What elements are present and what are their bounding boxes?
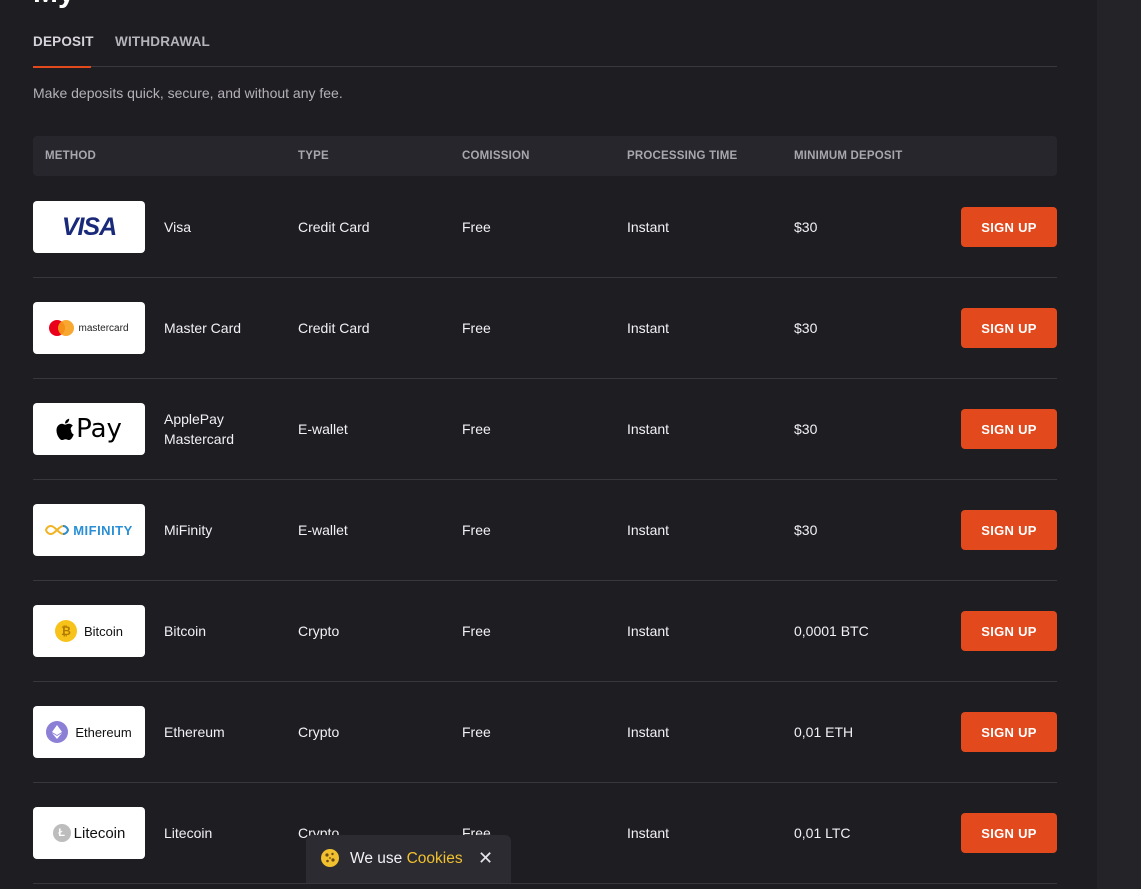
tab-deposit[interactable]: DEPOSIT bbox=[33, 34, 94, 68]
table-row: Ethereum Ethereum Crypto Free Instant 0,… bbox=[33, 682, 1057, 783]
visa-logo: VISA bbox=[33, 201, 145, 253]
apple-icon bbox=[56, 418, 74, 440]
sign-up-button[interactable]: SIGN UP bbox=[961, 409, 1057, 449]
method-processing-time: Instant bbox=[627, 522, 670, 538]
method-type: Credit Card bbox=[298, 320, 370, 336]
method-name: Ethereum bbox=[164, 724, 225, 740]
method-name: Master Card bbox=[164, 320, 242, 336]
column-header-commission: COMISSION bbox=[462, 150, 530, 162]
method-minimum-deposit: $30 bbox=[794, 421, 818, 437]
method-processing-time: Instant bbox=[627, 724, 670, 740]
cookie-message: We use Cookies bbox=[350, 850, 463, 868]
method-processing-time: Instant bbox=[627, 421, 670, 437]
method-name: Visa bbox=[164, 219, 191, 235]
method-minimum-deposit: 0,01 ETH bbox=[794, 724, 854, 740]
method-name: Bitcoin bbox=[164, 623, 207, 639]
litecoin-logo: Ł Litecoin bbox=[33, 807, 145, 859]
method-type: Crypto bbox=[298, 724, 340, 740]
cookie-message-text: We use bbox=[350, 850, 403, 867]
sign-up-button[interactable]: SIGN UP bbox=[961, 510, 1057, 550]
method-commission: Free bbox=[462, 522, 491, 538]
method-name: MiFinity bbox=[164, 522, 213, 538]
payment-tabs: DEPOSIT WITHDRAWAL bbox=[33, 0, 1057, 68]
method-name: Litecoin bbox=[164, 825, 213, 841]
method-commission: Free bbox=[462, 421, 491, 437]
method-type: E-wallet bbox=[298, 522, 348, 538]
method-commission: Free bbox=[462, 320, 491, 336]
applepay-logo: Pay bbox=[33, 403, 145, 455]
method-commission: Free bbox=[462, 724, 491, 740]
method-minimum-deposit: 0,0001 BTC bbox=[794, 623, 869, 639]
close-icon[interactable]: ✕ bbox=[478, 848, 493, 869]
mifinity-logo: MIFINITY bbox=[33, 504, 145, 556]
method-type: Credit Card bbox=[298, 219, 370, 235]
litecoin-logo-text: Litecoin bbox=[73, 824, 126, 842]
cookies-link[interactable]: Cookies bbox=[407, 850, 463, 867]
sign-up-button[interactable]: SIGN UP bbox=[961, 308, 1057, 348]
method-minimum-deposit: $30 bbox=[794, 219, 818, 235]
method-processing-time: Instant bbox=[627, 825, 670, 841]
sign-up-button[interactable]: SIGN UP bbox=[961, 207, 1057, 247]
visa-logo-text: VISA bbox=[61, 212, 117, 241]
method-commission: Free bbox=[462, 623, 491, 639]
table-row: VISA Visa Credit Card Free Instant $30 S… bbox=[33, 177, 1057, 278]
bitcoin-logo-text: Bitcoin bbox=[83, 623, 124, 639]
applepay-logo-text: Pay bbox=[76, 414, 122, 444]
method-minimum-deposit: 0,01 LTC bbox=[794, 825, 851, 841]
method-name: ApplePay Mastercard bbox=[164, 411, 235, 447]
ethereum-logo: Ethereum bbox=[33, 706, 145, 758]
bitcoin-logo: ₿ Bitcoin bbox=[33, 605, 145, 657]
page-side-strip bbox=[1097, 0, 1141, 889]
method-minimum-deposit: $30 bbox=[794, 522, 818, 538]
method-processing-time: Instant bbox=[627, 320, 670, 336]
infinity-icon bbox=[45, 524, 70, 536]
sign-up-button[interactable]: SIGN UP bbox=[961, 813, 1057, 853]
method-minimum-deposit: $30 bbox=[794, 320, 818, 336]
sign-up-button[interactable]: SIGN UP bbox=[961, 611, 1057, 651]
table-row: ₿ Bitcoin Bitcoin Crypto Free Instant 0,… bbox=[33, 581, 1057, 682]
mastercard-logo-text: mastercard bbox=[78, 322, 129, 334]
mastercard-logo: mastercard bbox=[33, 302, 145, 354]
method-type: Crypto bbox=[298, 623, 340, 639]
table-header: METHOD TYPE COMISSION PROCESSING TIME MI… bbox=[33, 136, 1057, 176]
column-header-processing-time: PROCESSING TIME bbox=[627, 150, 738, 162]
method-processing-time: Instant bbox=[627, 219, 670, 235]
tab-withdrawal[interactable]: WITHDRAWAL bbox=[115, 34, 210, 67]
litecoin-icon: Ł bbox=[52, 824, 71, 842]
method-commission: Free bbox=[462, 219, 491, 235]
table-row: Pay ApplePay Mastercard E-wallet Free In… bbox=[33, 379, 1057, 480]
column-header-type: TYPE bbox=[298, 150, 329, 162]
column-header-minimum-deposit: MINIMUM DEPOSIT bbox=[794, 150, 903, 162]
table-row: MIFINITY MiFinity E-wallet Free Instant … bbox=[33, 480, 1057, 581]
cookie-icon bbox=[321, 849, 339, 867]
mifinity-logo-text: MIFINITY bbox=[73, 522, 133, 538]
method-type: E-wallet bbox=[298, 421, 348, 437]
bitcoin-icon: ₿ bbox=[54, 620, 77, 642]
intro-text: Make deposits quick, secure, and without… bbox=[33, 85, 343, 101]
ethereum-icon bbox=[46, 721, 69, 743]
method-processing-time: Instant bbox=[627, 623, 670, 639]
mastercard-circles-icon bbox=[49, 320, 75, 336]
ethereum-logo-text: Ethereum bbox=[75, 724, 132, 740]
sign-up-button[interactable]: SIGN UP bbox=[961, 712, 1057, 752]
table-row: Ł Litecoin Litecoin Crypto Free Instant … bbox=[33, 783, 1057, 884]
column-header-method: METHOD bbox=[45, 150, 97, 162]
table-row: mastercard Master Card Credit Card Free … bbox=[33, 278, 1057, 379]
cookie-banner: We use Cookies ✕ bbox=[306, 835, 511, 883]
